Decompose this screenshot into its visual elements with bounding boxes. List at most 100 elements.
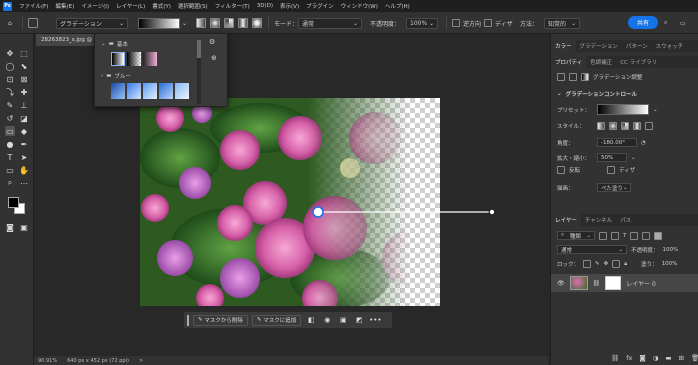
tab-layers[interactable]: レイヤー (551, 214, 581, 226)
mask-fill-icon[interactable]: ◩ (353, 315, 365, 326)
angle-label: 角度： (557, 140, 574, 147)
add-to-mask-button[interactable]: ✎ マスクに追加 (251, 314, 302, 326)
diamond-style-icon[interactable] (645, 122, 653, 130)
status-bar: 90.91% 640 px x 452 px (72 ppi) > (34, 356, 548, 365)
right-panel: カラー グラデーション パターン スウォッチ プロパティ 色調補正 CC ライブ… (550, 34, 698, 365)
style-row: スタイル： (557, 122, 653, 130)
filter-smart-icon[interactable] (642, 231, 651, 240)
filter-toggle-icon[interactable] (654, 231, 663, 240)
layer-mask-thumbnail[interactable] (605, 276, 622, 290)
search-icon: ⌕ (561, 232, 565, 238)
adjustment-icon (557, 73, 565, 81)
popup-scrollbar[interactable] (197, 40, 201, 104)
tab-gradient[interactable]: グラデーション (576, 40, 622, 52)
preset-row: プリセット： ⌄ (557, 104, 658, 115)
preset-swatch-blue-5[interactable] (175, 83, 189, 99)
fill-value[interactable]: 100% (662, 261, 678, 267)
tab-adjustments[interactable]: 色調補正 (586, 56, 616, 68)
preset-group-basic[interactable]: ⌄ ▬ 基本 (101, 40, 128, 48)
blend-mode-dropdown[interactable]: 通常 ⌄ (557, 245, 627, 254)
lock-paint-icon[interactable]: ✎ (595, 261, 600, 267)
add-to-mask-label: マスクに追加 (263, 318, 297, 324)
layers-panel-tabs: レイヤー チャンネル パス (551, 214, 698, 226)
mask-invert-icon[interactable]: ◧ (305, 315, 317, 326)
link-layers-icon[interactable]: ⛓︎ (611, 354, 619, 362)
preset-swatch-blue-2[interactable] (127, 83, 141, 99)
angle-dial-icon[interactable]: ◔ (641, 140, 646, 146)
drag-handle[interactable] (187, 314, 189, 326)
chevron-down-icon[interactable]: ⌄ (631, 155, 636, 161)
tab-cc-libraries[interactable]: CC ライブラリ (616, 56, 661, 68)
tab-swatches[interactable]: スウォッチ (652, 40, 688, 52)
method-dropdown-panel[interactable]: ぺた塗り ⌄ (597, 183, 631, 192)
scale-field[interactable]: 50% (597, 153, 627, 162)
filter-type-icon[interactable]: T (623, 233, 626, 239)
blend-opacity-row: 通常 ⌄ 不透明度： 100% (557, 245, 678, 254)
add-mask-icon[interactable]: ◙ (639, 354, 645, 362)
layer-kind-dropdown[interactable]: ⌕ 種類 ⌄ (557, 231, 595, 240)
layer-thumbnail[interactable] (569, 276, 588, 290)
lock-move-icon[interactable]: ✥ (604, 261, 609, 267)
lock-artboard-icon[interactable] (612, 260, 621, 268)
gradient-end-handle[interactable] (488, 208, 496, 216)
reverse-checkbox-panel[interactable] (557, 166, 565, 174)
gradient-controls-header[interactable]: ⌄ グラデーションコントロール (557, 90, 637, 98)
new-preset-icon[interactable]: ⊕ (211, 54, 217, 62)
tab-channels[interactable]: チャンネル (581, 214, 616, 226)
tab-paths[interactable]: パス (616, 214, 635, 226)
layer-opacity-label: 不透明度： (631, 247, 659, 254)
preset-swatch-bw[interactable] (111, 52, 125, 66)
chevron-down-icon[interactable]: ⌄ (653, 107, 658, 113)
method-label-panel: 描画： (557, 185, 574, 192)
dither-checkbox-panel[interactable] (607, 166, 615, 174)
mask-refine-icon[interactable]: ◉ (321, 315, 333, 326)
gear-icon[interactable]: ⚙ (209, 38, 215, 46)
mask-icon (569, 73, 577, 81)
tab-pattern[interactable]: パターン (622, 40, 652, 52)
filter-shape-icon[interactable] (630, 231, 639, 240)
lock-fill-row: ロック： ✎ ✥ 🔒︎ 塗り： 100% (557, 260, 677, 268)
group-icon[interactable]: ▬ (665, 354, 671, 362)
eye-icon[interactable]: 👁︎ (557, 280, 565, 287)
filter-pixel-icon[interactable] (599, 231, 607, 240)
tab-color[interactable]: カラー (551, 40, 576, 52)
preset-swatch-blue-1[interactable] (111, 83, 125, 99)
lock-transparent-icon[interactable] (583, 260, 592, 268)
preset-swatch-pink[interactable] (143, 52, 157, 66)
dither-label-panel: ディザ (619, 168, 636, 174)
mask-image-icon[interactable]: ▣ (337, 315, 349, 326)
gradient-start-handle[interactable] (312, 206, 324, 218)
status-more-icon[interactable]: > (139, 358, 143, 364)
preset-group-basic-label: 基本 (116, 42, 128, 48)
adjustment-layer-icon[interactable]: ◑ (653, 354, 659, 362)
linear-style-icon[interactable] (597, 122, 605, 130)
chevron-down-icon: ⌄ (618, 246, 623, 253)
zoom-level[interactable]: 90.91% (38, 358, 57, 364)
preset-swatch-transparent[interactable] (127, 52, 141, 66)
trash-icon[interactable]: 🗑︎ (691, 354, 698, 362)
fx-icon[interactable]: fx (626, 354, 632, 362)
foreground-color-swatch[interactable] (8, 197, 19, 208)
method-value-panel: ぺた塗り (601, 185, 624, 192)
preset-swatch-blue-4[interactable] (159, 83, 173, 99)
angle-row: 角度： -180.00° ◔ (557, 138, 646, 147)
reverse-label-panel: 反転 (569, 168, 581, 174)
reflected-style-icon[interactable] (633, 122, 641, 130)
more-options-button[interactable]: ••• (369, 315, 381, 326)
remove-from-mask-button[interactable]: ✎ マスクから削除 (193, 314, 248, 326)
angle-style-icon[interactable] (621, 122, 629, 130)
layer-name[interactable]: レイヤー 0 (626, 279, 656, 288)
layer-row[interactable]: 👁︎ ⛓︎ レイヤー 0 (551, 274, 698, 292)
filter-adjustment-icon[interactable] (611, 231, 619, 240)
angle-field[interactable]: -180.00° (597, 138, 637, 147)
radial-style-icon[interactable] (609, 122, 617, 130)
layer-opacity-value[interactable]: 100% (663, 247, 679, 253)
preset-swatch-blue-3[interactable] (143, 83, 157, 99)
contextual-task-bar: ✎ マスクから削除 ✎ マスクに追加 ◧ ◉ ▣ ◩ ••• (184, 312, 392, 328)
reverse-dither-row: 反転 ディザ (557, 166, 635, 174)
preset-group-blue[interactable]: › ▬ ブルー (101, 72, 131, 80)
properties-gradient-swatch[interactable] (597, 104, 649, 115)
new-layer-icon[interactable]: ⊞ (679, 354, 684, 362)
tab-properties[interactable]: プロパティ (551, 56, 587, 68)
lock-all-icon[interactable]: 🔒︎ (624, 261, 627, 268)
